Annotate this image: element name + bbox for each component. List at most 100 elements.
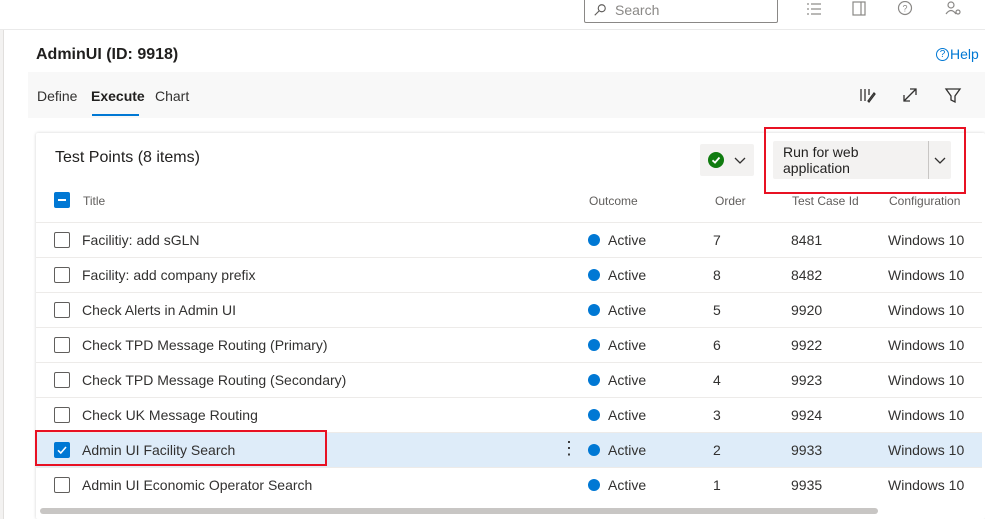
top-bar: ? <box>0 0 985 30</box>
row-title: Check UK Message Routing <box>82 407 258 423</box>
chevron-down-icon <box>934 157 946 164</box>
row-configuration: Windows 10 <box>888 302 965 318</box>
tab-define[interactable]: Define <box>37 88 77 104</box>
active-status-icon <box>588 304 600 316</box>
row-test-case-id: 9920 <box>791 302 823 318</box>
row-title: Admin UI Facility Search <box>82 442 236 458</box>
table-row[interactable]: Check UK Message Routing Active 3 9924 W… <box>36 397 982 432</box>
row-configuration: Windows 10 <box>888 442 965 458</box>
row-title: Facilitiy: add sGLN <box>82 232 200 248</box>
left-rail <box>0 30 4 519</box>
row-test-case-id: 9922 <box>791 337 823 353</box>
page-title: AdminUI (ID: 9918) <box>36 46 179 63</box>
mark-outcome-button[interactable] <box>700 144 754 176</box>
tab-execute[interactable]: Execute <box>91 88 145 104</box>
table-row[interactable]: Check Alerts in Admin UI Active 5 9920 W… <box>36 292 982 327</box>
row-checkbox[interactable] <box>54 267 70 283</box>
active-status-icon <box>588 444 600 456</box>
table-row[interactable]: Facilitiy: add sGLN Active 7 8481 Window… <box>36 222 982 257</box>
tab-strip: Define Execute Chart <box>28 72 985 118</box>
row-checkbox[interactable] <box>54 232 70 248</box>
row-order: 5 <box>713 302 721 318</box>
column-header-outcome[interactable]: Outcome <box>589 194 638 208</box>
horizontal-scrollbar[interactable] <box>40 508 878 514</box>
row-outcome: Active <box>608 372 647 388</box>
row-outcome: Active <box>608 337 647 353</box>
row-configuration: Windows 10 <box>888 337 965 353</box>
row-order: 8 <box>713 267 721 283</box>
search-input[interactable] <box>615 1 765 18</box>
more-vertical-icon[interactable]: ⋮ <box>560 438 578 460</box>
table-row[interactable]: Check TPD Message Routing (Secondary) Ac… <box>36 362 982 397</box>
chevron-down-icon <box>734 157 746 164</box>
select-all-checkbox[interactable] <box>54 192 70 208</box>
run-options-dropdown[interactable] <box>929 154 951 166</box>
row-test-case-id: 9935 <box>791 477 823 493</box>
search-icon <box>594 3 606 16</box>
row-test-case-id: 9933 <box>791 442 823 458</box>
row-order: 1 <box>713 477 721 493</box>
row-checkbox[interactable] <box>54 407 70 423</box>
row-title: Check TPD Message Routing (Secondary) <box>82 372 347 388</box>
search-box[interactable] <box>584 0 778 23</box>
row-title: Facility: add company prefix <box>82 267 256 283</box>
table-row-selected[interactable]: Admin UI Facility Search ⋮ Active 2 9933… <box>36 432 982 467</box>
checkmark-icon <box>57 446 67 455</box>
row-order: 7 <box>713 232 721 248</box>
help-label: Help <box>950 46 979 62</box>
row-order: 2 <box>713 442 721 458</box>
column-header-title[interactable]: Title <box>83 194 105 208</box>
row-title: Check TPD Message Routing (Primary) <box>82 337 328 353</box>
active-tab-indicator <box>92 114 139 116</box>
row-checkbox[interactable] <box>54 477 70 493</box>
run-button-label: Run for web application <box>783 144 859 176</box>
column-header-test-case-id[interactable]: Test Case Id <box>792 194 859 208</box>
column-options-icon[interactable] <box>856 84 878 106</box>
row-order: 3 <box>713 407 721 423</box>
active-status-icon <box>588 269 600 281</box>
active-status-icon <box>588 409 600 421</box>
row-configuration: Windows 10 <box>888 477 965 493</box>
filter-icon[interactable] <box>942 84 964 106</box>
row-checkbox[interactable] <box>54 442 70 458</box>
tab-chart[interactable]: Chart <box>155 88 189 104</box>
row-test-case-id: 8481 <box>791 232 823 248</box>
list-icon[interactable] <box>804 0 824 18</box>
row-configuration: Windows 10 <box>888 232 965 248</box>
active-status-icon <box>588 374 600 386</box>
active-status-icon <box>588 339 600 351</box>
row-outcome: Active <box>608 302 647 318</box>
card-title: Test Points (8 items) <box>55 149 200 166</box>
active-status-icon <box>588 234 600 246</box>
help-link[interactable]: ? Help <box>936 46 979 62</box>
table-row[interactable]: Facility: add company prefix Active 8 84… <box>36 257 982 292</box>
help-icon: ? <box>936 47 949 61</box>
row-checkbox[interactable] <box>54 372 70 388</box>
row-configuration: Windows 10 <box>888 407 965 423</box>
row-order: 4 <box>713 372 721 388</box>
row-order: 6 <box>713 337 721 353</box>
row-title: Admin UI Economic Operator Search <box>82 477 313 493</box>
row-checkbox[interactable] <box>54 302 70 318</box>
row-test-case-id: 8482 <box>791 267 823 283</box>
table-row[interactable]: Admin UI Economic Operator Search Active… <box>36 467 982 502</box>
run-for-web-application-button[interactable]: Run for web application <box>773 141 951 179</box>
row-title: Check Alerts in Admin UI <box>82 302 237 318</box>
person-settings-icon[interactable] <box>943 0 963 18</box>
active-status-icon <box>588 479 600 491</box>
column-header-order[interactable]: Order <box>715 194 746 208</box>
expand-icon[interactable] <box>899 84 921 106</box>
row-outcome: Active <box>608 267 647 283</box>
row-outcome: Active <box>608 232 647 248</box>
row-checkbox[interactable] <box>54 337 70 353</box>
row-outcome: Active <box>608 407 647 423</box>
table-row[interactable]: Check TPD Message Routing (Primary) Acti… <box>36 327 982 362</box>
help-circle-icon[interactable]: ? <box>895 0 915 18</box>
row-test-case-id: 9924 <box>791 407 823 423</box>
check-circle-icon <box>708 152 724 168</box>
row-test-case-id: 9923 <box>791 372 823 388</box>
svg-text:?: ? <box>902 4 907 14</box>
column-header-configuration[interactable]: Configuration <box>889 194 960 208</box>
panel-icon[interactable] <box>849 0 869 18</box>
row-configuration: Windows 10 <box>888 267 965 283</box>
